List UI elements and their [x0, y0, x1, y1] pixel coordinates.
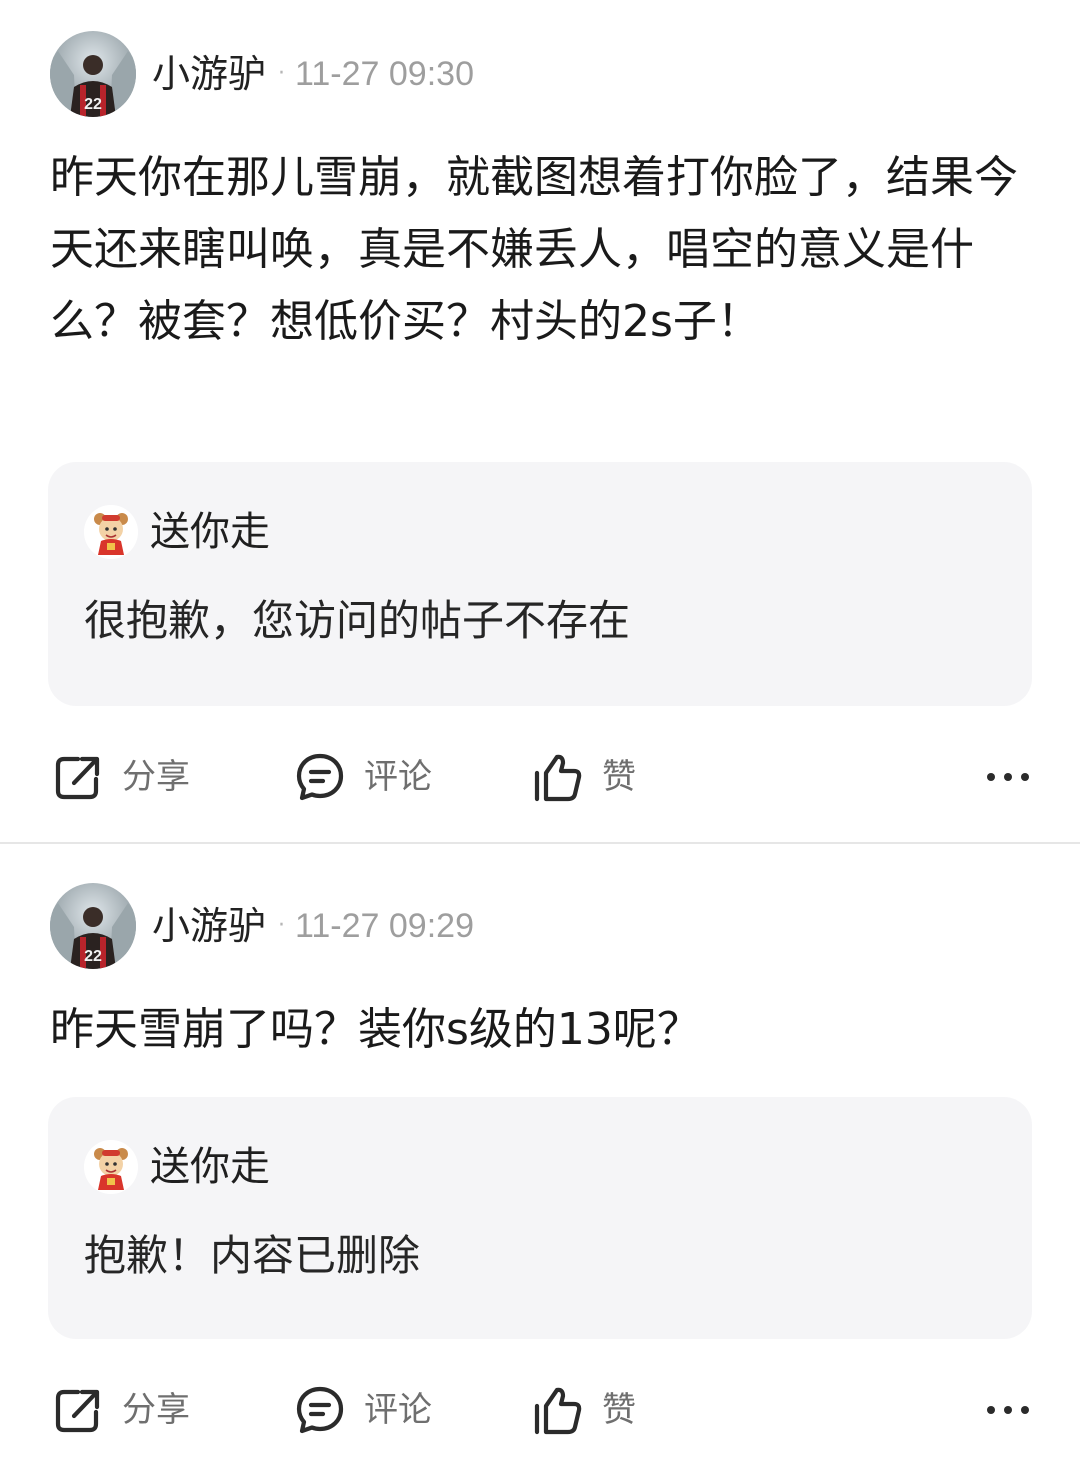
- separator-dot: ·: [278, 913, 286, 938]
- comment-button[interactable]: 评论: [292, 742, 432, 812]
- avatar-image: 22: [50, 31, 136, 117]
- avatar-number: 22: [84, 96, 102, 113]
- post-header: 22 小游驴 · 11-27 09:29: [50, 882, 474, 970]
- more-icon: [987, 773, 1029, 781]
- share-button[interactable]: 分享: [50, 742, 190, 812]
- like-button[interactable]: 赞: [530, 742, 636, 812]
- more-icon: [987, 1406, 1029, 1414]
- post-card: 22 小游驴 · 11-27 09:30 昨天你在那儿雪崩，就截图想着打你脸了，…: [0, 0, 1080, 843]
- more-button[interactable]: [986, 1375, 1030, 1445]
- username[interactable]: 小游驴: [152, 55, 266, 93]
- thumbs-up-icon: [534, 1387, 582, 1435]
- share-button[interactable]: 分享: [50, 1375, 190, 1445]
- like-label: 赞: [602, 757, 636, 797]
- separator-dot: ·: [278, 61, 286, 86]
- quoted-post[interactable]: 送你走 抱歉！内容已删除: [48, 1097, 1032, 1339]
- action-bar: 分享 评论 赞: [0, 1375, 1080, 1445]
- like-button[interactable]: 赞: [530, 1375, 636, 1445]
- quoted-post-header: 送你走: [84, 1139, 270, 1195]
- user-avatar[interactable]: 22: [50, 31, 136, 117]
- thumbs-up-icon: [534, 754, 582, 802]
- quoted-user-avatar[interactable]: [84, 505, 138, 559]
- comment-icon: [296, 753, 344, 801]
- share-label: 分享: [122, 1390, 190, 1430]
- quoted-user-avatar[interactable]: [84, 1140, 138, 1194]
- post-card: 22 小游驴 · 11-27 09:29 昨天雪崩了吗？装你s级的13呢？ 送你…: [0, 844, 1080, 1466]
- cartoon-avatar-icon: [84, 1140, 138, 1194]
- share-label: 分享: [122, 757, 190, 797]
- quoted-post[interactable]: 送你走 很抱歉，您访问的帖子不存在: [48, 462, 1032, 706]
- username[interactable]: 小游驴: [152, 907, 266, 945]
- user-avatar[interactable]: 22: [50, 883, 136, 969]
- post-time: 11-27 09:29: [295, 907, 474, 945]
- more-button[interactable]: [986, 742, 1030, 812]
- comment-label: 评论: [364, 1390, 432, 1430]
- comment-button[interactable]: 评论: [292, 1375, 432, 1445]
- quoted-post-header: 送你走: [84, 504, 270, 560]
- quoted-text: 很抱歉，您访问的帖子不存在: [84, 596, 631, 645]
- post-text: 昨天雪崩了吗？装你s级的13呢？: [50, 1004, 701, 1055]
- quoted-username[interactable]: 送你走: [150, 1147, 270, 1187]
- post-text: 昨天你在那儿雪崩，就截图想着打你脸了，结果今天还来瞎叫唤，真是不嫌丢人，唱空的意…: [50, 152, 1018, 347]
- quoted-username[interactable]: 送你走: [150, 512, 270, 552]
- quoted-text: 抱歉！内容已删除: [84, 1231, 421, 1280]
- avatar-image: 22: [50, 883, 136, 969]
- cartoon-avatar-icon: [84, 505, 138, 559]
- comment-icon: [296, 1386, 344, 1434]
- like-label: 赞: [602, 1390, 636, 1430]
- avatar-number: 22: [84, 948, 102, 965]
- share-icon: [55, 1389, 100, 1433]
- comment-label: 评论: [364, 757, 432, 797]
- share-icon: [55, 756, 100, 800]
- action-bar: 分享 评论 赞: [0, 742, 1080, 812]
- post-time: 11-27 09:30: [295, 55, 474, 93]
- post-header: 22 小游驴 · 11-27 09:30: [50, 30, 474, 118]
